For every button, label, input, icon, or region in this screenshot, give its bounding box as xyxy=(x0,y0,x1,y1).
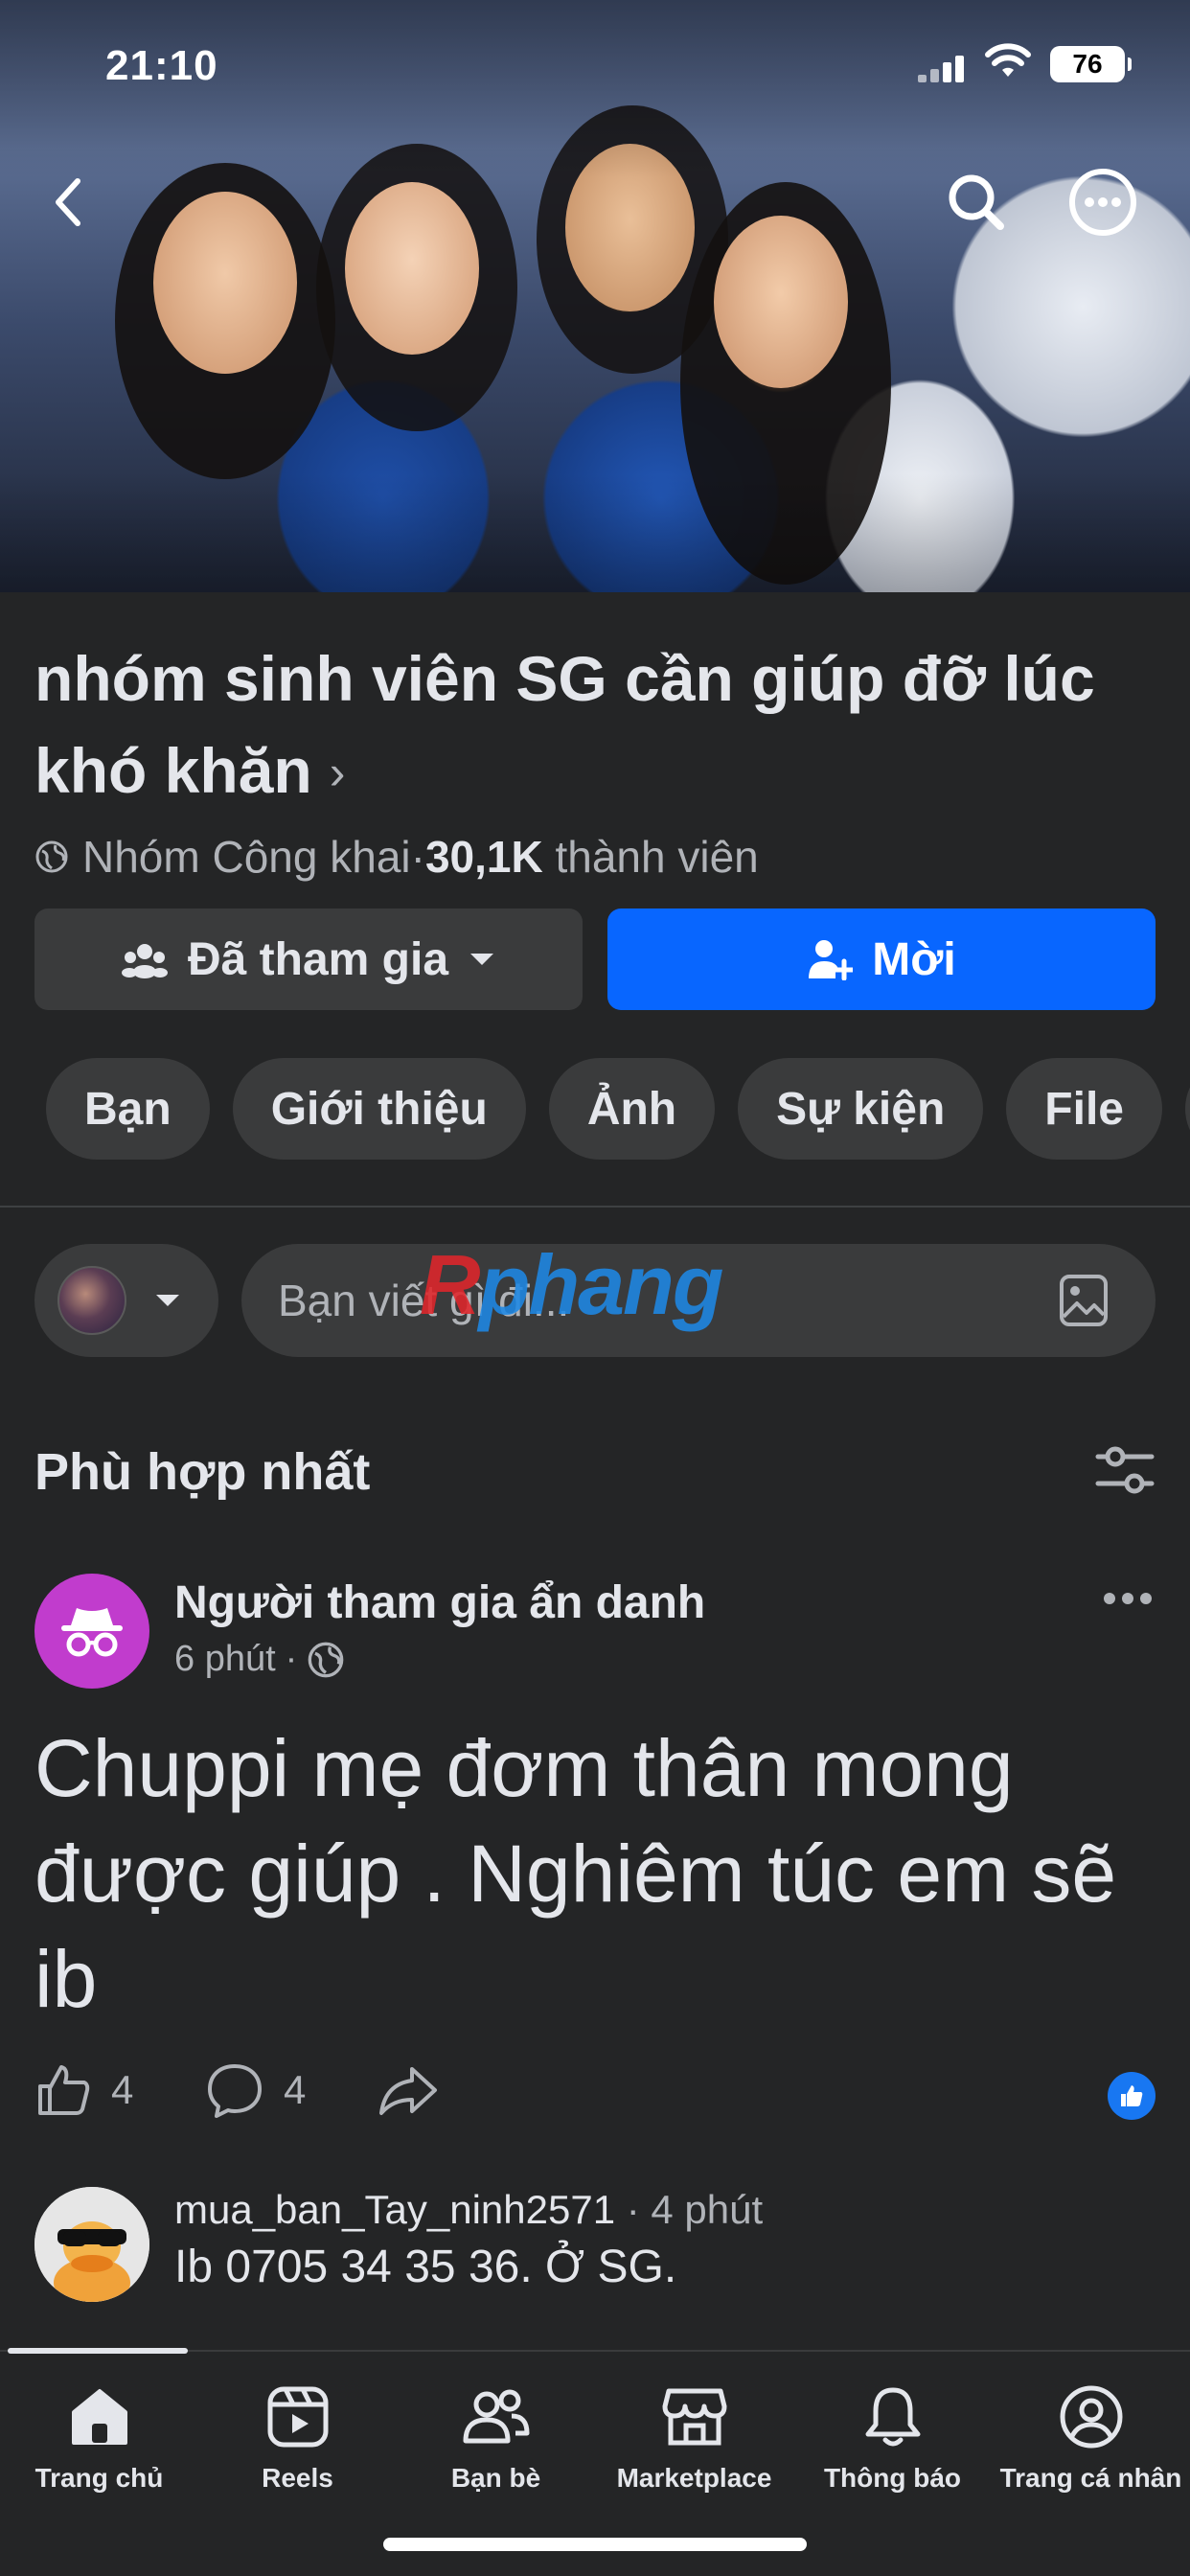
chevron-right-icon: › xyxy=(329,746,346,799)
search-button[interactable] xyxy=(935,161,1018,243)
comment-count: 4 xyxy=(284,2067,307,2112)
profile-icon xyxy=(1060,2385,1122,2449)
group-meta: Nhóm Công khai · 30,1K thành viên xyxy=(34,830,759,884)
joined-button-label: Đã tham gia xyxy=(187,933,449,985)
post-body: Chuppi mẹ đơm thân mong được giúp . Nghi… xyxy=(34,1723,1117,2024)
comment-bubble-icon xyxy=(208,2064,262,2118)
group-cover-photo[interactable]: 21:10 76 xyxy=(0,0,1190,592)
group-privacy: Nhóm Công khai xyxy=(82,832,411,882)
search-icon xyxy=(949,174,1004,230)
active-tab-indicator xyxy=(8,2348,188,2354)
group-title[interactable]: nhóm sinh viên SG cần giúp đỡ lúc khó kh… xyxy=(34,632,1146,818)
invite-button-label: Mời xyxy=(872,933,956,985)
tab-friends[interactable]: Bạn bè xyxy=(397,2379,595,2513)
add-person-icon xyxy=(809,940,854,980)
user-avatar xyxy=(57,1266,126,1335)
tab-about[interactable]: Giới thiệu xyxy=(232,1058,526,1160)
post-author[interactable]: Người tham gia ẩn danh xyxy=(174,1576,705,1629)
bell-icon xyxy=(865,2387,920,2447)
commenter-avatar[interactable] xyxy=(34,2187,149,2302)
tab-events[interactable]: Sự kiện xyxy=(738,1058,984,1160)
comment-time: · 4 phút xyxy=(626,2187,764,2232)
post-as-selector[interactable] xyxy=(34,1244,218,1357)
incognito-icon xyxy=(61,1608,123,1657)
tab-notifications[interactable]: Thông báo xyxy=(793,2379,992,2513)
group-title-text: nhóm sinh viên SG cần giúp đỡ lúc khó kh… xyxy=(34,643,1095,806)
share-arrow-icon xyxy=(379,2067,437,2115)
globe-icon xyxy=(308,1642,344,1677)
caret-down-icon xyxy=(156,1295,179,1306)
thumbs-up-icon xyxy=(1121,2085,1143,2106)
section-divider xyxy=(0,1206,1190,1208)
status-time: 21:10 xyxy=(105,42,218,89)
like-button[interactable]: 4 xyxy=(34,2057,133,2124)
wifi-icon xyxy=(985,42,1031,80)
comment-author[interactable]: mua_ban_Tay_ninh2571 xyxy=(174,2187,615,2232)
post-more-button[interactable] xyxy=(1102,1591,1154,1611)
cellular-signal-icon xyxy=(918,54,966,82)
invite-button[interactable]: Mời xyxy=(607,908,1156,1010)
more-dots-icon xyxy=(1069,169,1136,236)
home-indicator[interactable] xyxy=(383,2538,807,2551)
meta-separator: · xyxy=(410,832,425,882)
tab-files[interactable]: File xyxy=(1006,1058,1162,1160)
marketplace-store-icon xyxy=(662,2388,726,2446)
tab-profile[interactable]: Trang cá nhân xyxy=(992,2379,1190,2513)
post-actions: 4 4 xyxy=(34,2057,1156,2124)
battery-icon: 76 xyxy=(1050,46,1132,82)
tab-friends[interactable]: Bạn xyxy=(46,1058,210,1160)
post-timestamp: 6 phút · xyxy=(174,1639,345,1680)
tab-home[interactable]: Trang chủ xyxy=(0,2379,198,2513)
member-count: 30,1K xyxy=(424,832,543,882)
tab-more[interactable] xyxy=(1184,1058,1190,1160)
like-reaction-badge[interactable] xyxy=(1108,2072,1156,2120)
status-bar: 21:10 76 xyxy=(0,0,1190,125)
anonymous-avatar[interactable] xyxy=(34,1574,149,1689)
filter-sliders-icon xyxy=(1095,1446,1155,1494)
group-members-icon xyxy=(121,944,168,978)
chevron-left-icon xyxy=(56,178,80,226)
more-options-button[interactable] xyxy=(1062,161,1144,243)
home-icon xyxy=(71,2389,127,2445)
watermark-logo: Rphang xyxy=(420,1237,724,1332)
comment-text: Ib 0705 34 35 36. Ở SG. xyxy=(174,2242,677,2292)
thumbs-up-icon xyxy=(38,2065,90,2115)
photo-icon xyxy=(1060,1275,1108,1326)
like-count: 4 xyxy=(111,2067,134,2112)
sort-label: Phù hợp nhất xyxy=(34,1443,371,1501)
friends-icon xyxy=(463,2389,529,2444)
joined-button[interactable]: Đã tham gia xyxy=(34,908,583,1010)
globe-icon xyxy=(35,840,68,873)
duck-avatar-icon xyxy=(34,2187,149,2302)
group-tabs: Bạn Giới thiệu Ảnh Sự kiện File xyxy=(46,1058,1190,1160)
tab-reels[interactable]: Reels xyxy=(198,2379,397,2513)
more-horizontal-icon xyxy=(1104,1593,1152,1604)
back-button[interactable] xyxy=(27,161,109,243)
tab-photos[interactable]: Ảnh xyxy=(548,1058,716,1160)
tab-marketplace[interactable]: Marketplace xyxy=(595,2379,793,2513)
member-label: thành viên xyxy=(555,832,759,882)
reels-icon xyxy=(267,2386,328,2448)
share-button[interactable] xyxy=(378,2057,439,2124)
comment-author-line: mua_ban_Tay_ninh2571 · 4 phút xyxy=(174,2187,763,2233)
comment-button[interactable]: 4 xyxy=(205,2057,306,2124)
caret-down-icon xyxy=(470,954,494,965)
